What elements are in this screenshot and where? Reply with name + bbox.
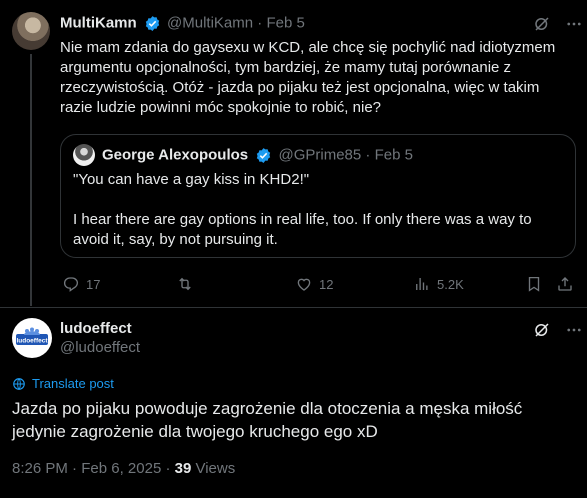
verified-badge-icon bbox=[255, 147, 272, 164]
quote-header: George Alexopoulos @GPrime85 · Feb 5 bbox=[102, 146, 413, 164]
verified-badge-icon bbox=[144, 15, 161, 32]
author-name[interactable]: MultiKamn bbox=[60, 15, 137, 32]
separator: · bbox=[365, 146, 371, 164]
retweet-button[interactable] bbox=[176, 274, 200, 294]
views-button[interactable]: 5.2K bbox=[413, 274, 464, 294]
thread-line bbox=[30, 54, 32, 306]
reply-button[interactable]: 17 bbox=[62, 274, 100, 294]
divider bbox=[0, 307, 587, 308]
grok-icon[interactable] bbox=[533, 321, 551, 339]
tweet-text: Jazda po pijaku powoduje zagrożenie dla … bbox=[12, 399, 523, 441]
quote-author-name: George Alexopoulos bbox=[102, 146, 249, 164]
like-icon bbox=[295, 275, 319, 293]
translate-post-button[interactable]: Translate post bbox=[12, 376, 114, 391]
tweet-meta: 8:26 PM · Feb 6, 2025 · 39 Views bbox=[12, 460, 235, 477]
reply-count: 17 bbox=[86, 276, 101, 292]
avatar-ludoeffect[interactable]: ludoeffect bbox=[12, 318, 52, 358]
grok-icon[interactable] bbox=[533, 15, 551, 33]
separator: · bbox=[257, 14, 263, 32]
separator: · bbox=[72, 460, 78, 477]
share-icon[interactable] bbox=[556, 275, 574, 293]
views-count: 39 bbox=[174, 460, 192, 477]
tweet-header: MultiKamn @MultiKamn · Feb 5 bbox=[60, 14, 305, 34]
views-icon bbox=[413, 275, 437, 293]
like-count: 12 bbox=[319, 276, 334, 292]
more-icon[interactable] bbox=[565, 321, 583, 339]
views-label: Views bbox=[195, 460, 236, 477]
quote-text-line2: I hear there are gay options in real lif… bbox=[73, 211, 532, 248]
tweet-date[interactable]: Feb 6, 2025 bbox=[81, 460, 161, 477]
author-handle[interactable]: @ludoeffect bbox=[60, 339, 140, 356]
tweet-time[interactable]: 8:26 PM bbox=[12, 460, 68, 477]
reply-icon bbox=[62, 275, 86, 293]
views-count: 5.2K bbox=[437, 276, 464, 292]
translate-label: Translate post bbox=[32, 376, 114, 391]
quote-text-line1: "You can have a gay kiss in KHD2!" bbox=[73, 171, 310, 188]
avatar-multikamn[interactable] bbox=[12, 12, 50, 50]
tweet-text: Nie mam zdania do gaysexu w KCD, ale chc… bbox=[60, 39, 556, 116]
quote-date: Feb 5 bbox=[374, 146, 413, 164]
author-handle[interactable]: @MultiKamn bbox=[167, 15, 253, 32]
avatar-logo-text: ludoeffect bbox=[16, 338, 48, 345]
quote-author-handle: @GPrime85 bbox=[278, 146, 362, 164]
like-button[interactable]: 12 bbox=[295, 274, 333, 294]
separator: · bbox=[165, 460, 171, 477]
tweet-date[interactable]: Feb 5 bbox=[266, 15, 304, 32]
retweet-icon bbox=[176, 275, 200, 293]
bookmark-icon[interactable] bbox=[525, 275, 543, 293]
more-icon[interactable] bbox=[565, 15, 583, 33]
author-name[interactable]: ludoeffect bbox=[60, 320, 132, 337]
avatar-george bbox=[73, 144, 95, 166]
translate-icon bbox=[12, 377, 32, 391]
